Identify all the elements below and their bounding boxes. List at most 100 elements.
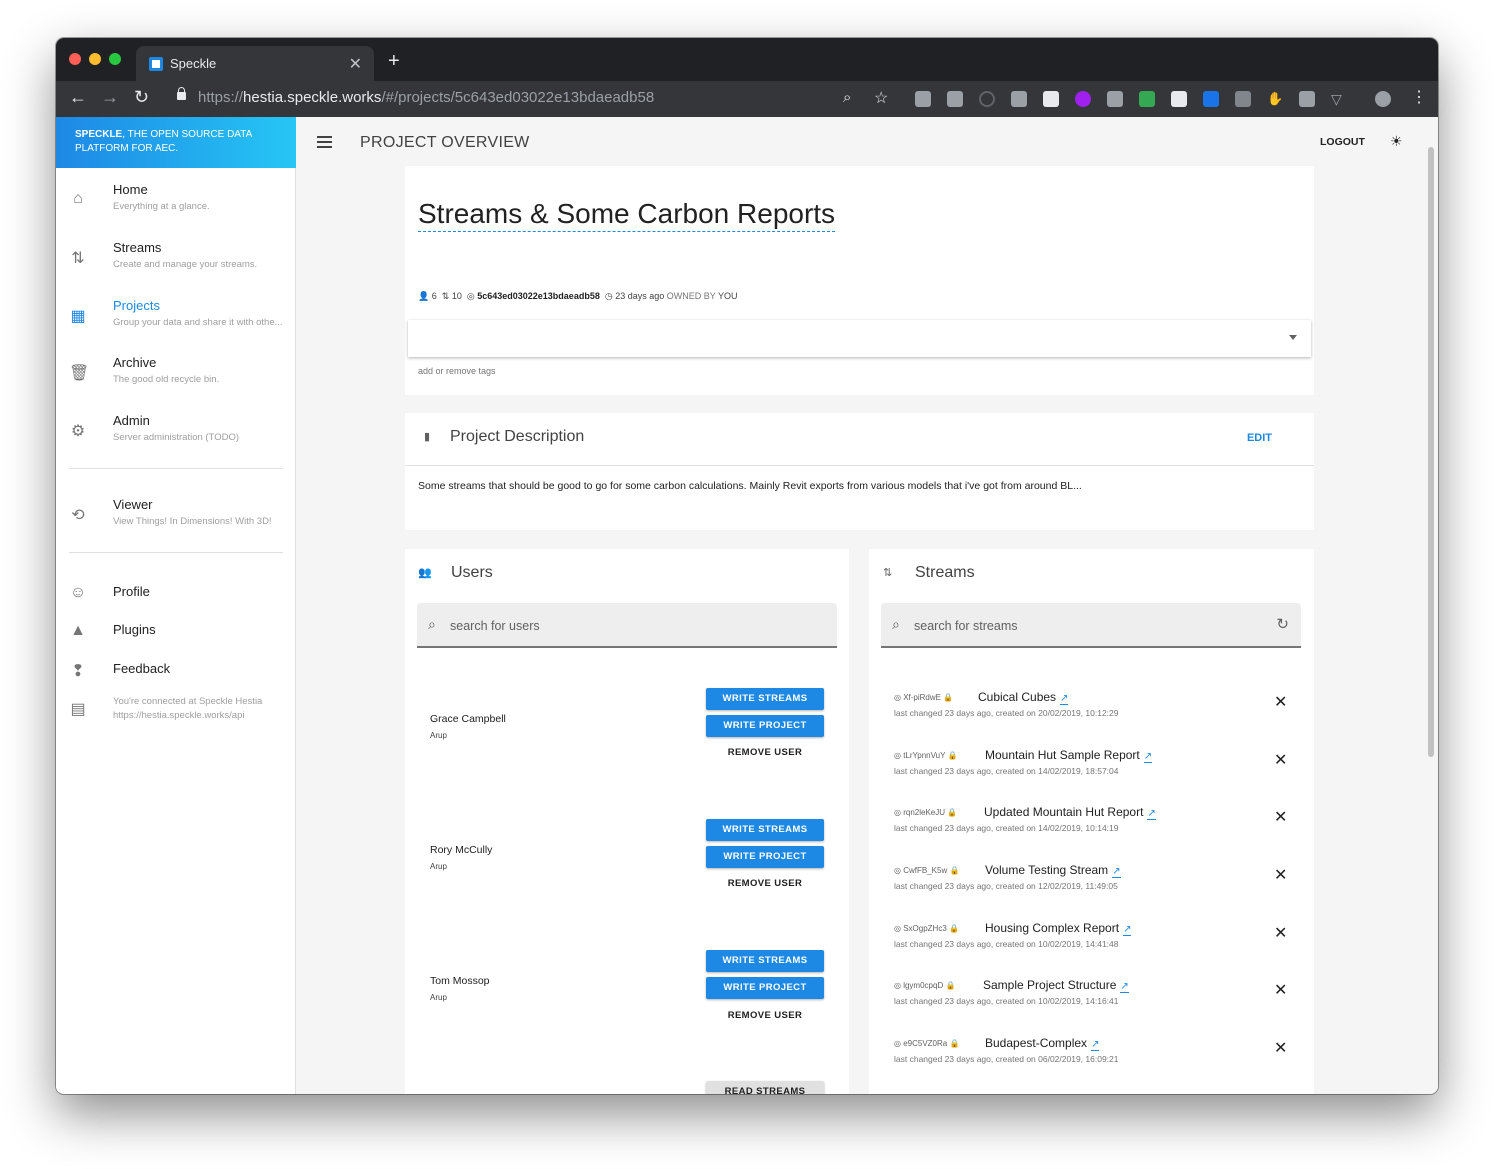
extension-icon[interactable]: [915, 91, 931, 107]
stream-item[interactable]: ◎ tLrYpnnVuY 🔒 Mountain Hut Sample Repor…: [894, 748, 1294, 788]
open-external-icon[interactable]: ↗: [1091, 1039, 1100, 1051]
stream-name[interactable]: Cubical Cubes ↗: [978, 690, 1069, 705]
doc-extension-icon[interactable]: [1171, 91, 1187, 107]
back-button[interactable]: ←: [69, 87, 87, 108]
user-search-placeholder: search for users: [450, 619, 540, 633]
refresh-icon[interactable]: ↻: [1276, 615, 1289, 633]
sidebar-item-archive[interactable]: 🗑 Archive The good old recycle bin.: [56, 355, 296, 405]
sidebar-item-plugins[interactable]: ▲ Plugins: [56, 622, 296, 652]
user-org: Arup: [430, 993, 447, 1002]
owned-by-label: OWNED BY: [666, 291, 716, 301]
sidebar-item-projects[interactable]: ▦ Projects Group your data and share it …: [56, 298, 296, 348]
close-icon[interactable]: ✕: [1274, 807, 1287, 827]
stream-item[interactable]: ◎ lgym0cpqD 🔒 Sample Project Structure ↗ …: [894, 978, 1294, 1018]
stream-name[interactable]: Updated Mountain Hut Report ↗: [984, 805, 1156, 820]
extension-icon[interactable]: [1299, 91, 1315, 107]
write-project-button[interactable]: WRITE PROJECT: [706, 846, 824, 868]
extension-icon[interactable]: [1043, 91, 1059, 107]
stream-item[interactable]: ◎ e9C5VZ0Ra 🔒 Budapest-Complex ↗ last cha…: [894, 1036, 1294, 1076]
stream-id: ◎ e9C5VZ0Ra 🔒: [894, 1039, 960, 1048]
project-name[interactable]: Streams & Some Carbon Reports: [418, 197, 836, 232]
write-streams-button[interactable]: WRITE STREAMS: [706, 819, 824, 841]
stream-id: ◎ Xf-piRdwE 🔒: [894, 693, 954, 702]
hand-extension-icon[interactable]: ✋: [1267, 91, 1283, 107]
tags-select[interactable]: [408, 320, 1311, 357]
extension-icon[interactable]: [1075, 91, 1091, 107]
browser-menu-icon[interactable]: ⋮: [1411, 87, 1427, 107]
stream-search[interactable]: ⌕ search for streams ↻: [881, 603, 1301, 648]
close-icon[interactable]: ✕: [1274, 692, 1287, 712]
close-icon[interactable]: ✕: [1274, 865, 1287, 885]
open-external-icon[interactable]: ↗: [1147, 808, 1156, 820]
menu-icon[interactable]: [317, 136, 332, 138]
camera-extension-icon[interactable]: [947, 91, 963, 107]
close-window-button[interactable]: [69, 53, 81, 65]
stream-subtitle: last changed 23 days ago, created on 06/…: [894, 1054, 1119, 1064]
write-project-button[interactable]: WRITE PROJECT: [706, 715, 824, 737]
open-external-icon[interactable]: ↗: [1060, 693, 1069, 705]
sidebar-item-viewer[interactable]: ⟲ Viewer View Things! In Dimensions! Wit…: [56, 497, 296, 547]
close-tab-icon[interactable]: ✕: [349, 54, 362, 74]
sidebar-item-title: Admin: [113, 413, 150, 428]
logout-button[interactable]: LOGOUT: [1320, 136, 1365, 148]
sidebar-item-home[interactable]: ⌂ Home Everything at a glance.: [56, 182, 296, 232]
extension-icon[interactable]: [1203, 91, 1219, 107]
extension-icon[interactable]: [1011, 91, 1027, 107]
sidebar-item-admin[interactable]: ⚙ Admin Server administration (TODO): [56, 413, 296, 463]
close-icon[interactable]: ✕: [1274, 923, 1287, 943]
user-search[interactable]: ⌕ search for users: [417, 603, 837, 648]
open-external-icon[interactable]: ↗: [1143, 751, 1153, 763]
lock-icon: [177, 87, 186, 100]
open-external-icon[interactable]: ↗: [1123, 924, 1132, 936]
write-streams-button[interactable]: WRITE STREAMS: [706, 950, 824, 972]
close-icon[interactable]: ✕: [1274, 1038, 1287, 1058]
stream-item[interactable]: ◎ rqn2leKeJU 🔒 Updated Mountain Hut Repo…: [894, 805, 1294, 845]
page-title: PROJECT OVERVIEW: [360, 134, 530, 151]
reload-button[interactable]: ↻: [134, 87, 149, 108]
profile-avatar[interactable]: [1375, 91, 1391, 107]
stream-name[interactable]: Mountain Hut Sample Report ↗: [985, 748, 1153, 763]
stream-id: ◎ tLrYpnnVuY 🔒: [894, 751, 958, 760]
forward-button[interactable]: →: [101, 87, 119, 108]
stream-item[interactable]: ◎ CwfFB_K5w 🔒 Volume Testing Stream ↗ las…: [894, 863, 1294, 903]
drive-icon[interactable]: [1107, 91, 1123, 107]
remove-user-button[interactable]: REMOVE USER: [706, 873, 824, 895]
write-streams-button[interactable]: WRITE STREAMS: [706, 688, 824, 710]
stream-name[interactable]: Housing Complex Report ↗: [985, 921, 1132, 936]
vue-devtools-icon[interactable]: ▽: [1331, 91, 1347, 107]
close-icon[interactable]: ✕: [1274, 980, 1287, 1000]
edit-description-button[interactable]: EDIT: [1247, 432, 1272, 444]
user-org: Arup: [430, 731, 447, 740]
stream-name[interactable]: Volume Testing Stream ↗: [985, 863, 1121, 878]
sidebar-item-profile[interactable]: ☺ Profile: [56, 584, 296, 614]
stream-item[interactable]: ◎ SxOgpZHc3 🔒 Housing Complex Report ↗ la…: [894, 921, 1294, 961]
users-title: Users: [451, 564, 493, 581]
write-project-button[interactable]: WRITE PROJECT: [706, 977, 824, 999]
close-icon[interactable]: ✕: [1274, 750, 1287, 770]
zoom-icon[interactable]: ⌕: [843, 89, 851, 106]
sidebar-item-streams[interactable]: ⇅ Streams Create and manage your streams…: [56, 240, 296, 290]
theme-toggle-icon[interactable]: ☀: [1390, 133, 1403, 150]
open-external-icon[interactable]: ↗: [1120, 981, 1129, 993]
face-icon: ☺: [69, 584, 87, 601]
bookmark-star-icon[interactable]: ☆: [874, 88, 888, 108]
maximize-window-button[interactable]: [109, 53, 121, 65]
stream-name[interactable]: Budapest-Complex ↗: [985, 1036, 1100, 1051]
swap-vertical-icon: ⇅: [883, 567, 893, 579]
sidebar-item-feedback[interactable]: ❢ Feedback: [56, 661, 296, 691]
stream-name[interactable]: Sample Project Structure ↗: [983, 978, 1129, 993]
open-external-icon[interactable]: ↗: [1112, 866, 1121, 878]
minimize-window-button[interactable]: [89, 53, 101, 65]
browser-tab[interactable]: Speckle ✕: [136, 46, 374, 81]
google-drive-icon[interactable]: [1139, 91, 1155, 107]
scrollbar[interactable]: [1428, 147, 1434, 757]
stream-item[interactable]: ◎ Xf-piRdwE 🔒 Cubical Cubes ↗ last change…: [894, 690, 1294, 730]
remove-user-button[interactable]: REMOVE USER: [706, 742, 824, 764]
sidebar-item-title: Streams: [113, 240, 162, 255]
circle-extension-icon[interactable]: [979, 91, 995, 107]
address-bar[interactable]: https://hestia.speckle.works/#/projects/…: [198, 89, 654, 106]
grammarly-icon[interactable]: [1235, 91, 1251, 107]
new-tab-button[interactable]: +: [388, 50, 400, 73]
remove-user-button[interactable]: REMOVE USER: [706, 1005, 824, 1027]
read-streams-button[interactable]: READ STREAMS: [706, 1081, 824, 1094]
